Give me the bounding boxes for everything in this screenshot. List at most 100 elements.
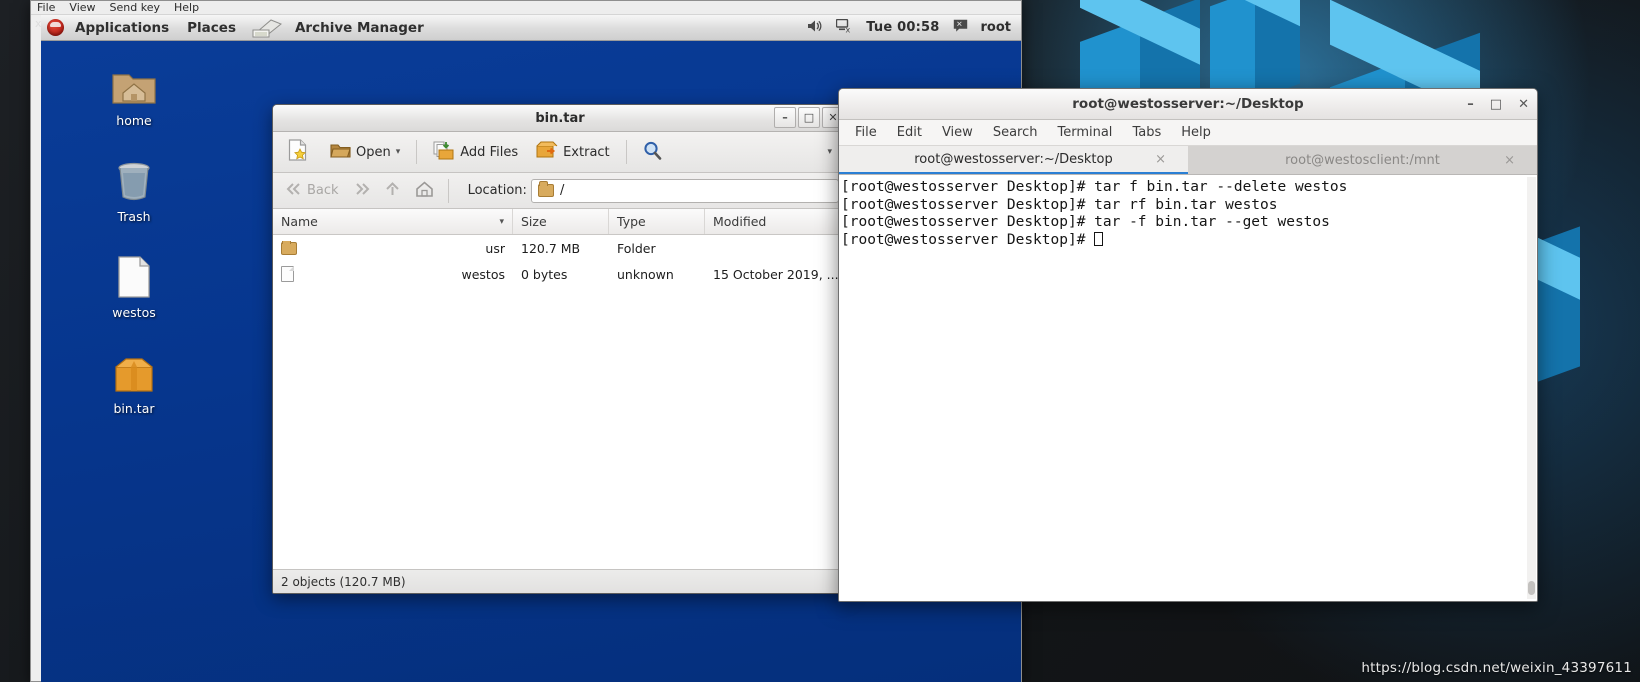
screen: File View Send key Help x Applications P…	[0, 0, 1640, 682]
folder-icon	[537, 181, 554, 197]
column-header-type[interactable]: Type	[609, 209, 705, 234]
terminal-menu-view[interactable]: View	[942, 125, 973, 140]
add-files-icon	[433, 140, 455, 164]
vm-menu-help[interactable]: Help	[174, 1, 199, 14]
volume-icon[interactable]	[807, 19, 823, 37]
maximize-button[interactable]: □	[1490, 97, 1502, 112]
svg-text:✕: ✕	[956, 19, 962, 28]
desktop-icon-label: Trash	[117, 209, 151, 224]
new-archive-icon	[288, 139, 307, 165]
desktop-icon-trash[interactable]: Trash	[91, 153, 177, 224]
add-files-button[interactable]: Add Files	[426, 136, 525, 168]
terminal-menu-help[interactable]: Help	[1181, 125, 1211, 140]
terminal-tab-client[interactable]: root@westosclient:/mnt ×	[1188, 146, 1537, 174]
archive-file-list: Name ▾ Size Type Modified usr 120.7 MB F…	[273, 209, 847, 569]
up-arrow-icon	[384, 181, 401, 201]
archive-icon	[91, 345, 177, 395]
terminal-tab-label: root@westosserver:~/Desktop	[914, 151, 1113, 167]
close-button[interactable]: ✕	[1518, 97, 1529, 112]
column-header-name[interactable]: Name ▾	[273, 209, 513, 234]
terminal-titlebar[interactable]: root@westosserver:~/Desktop – □ ✕	[839, 89, 1537, 120]
terminal-output[interactable]: [root@westosserver Desktop]# tar f bin.t…	[839, 175, 1537, 601]
terminal-line: [root@westosserver Desktop]# tar -f bin.…	[841, 214, 1330, 230]
cell-name: usr	[273, 240, 513, 256]
terminal-scrollbar[interactable]	[1527, 177, 1536, 599]
svg-text:x: x	[846, 25, 851, 32]
column-label: Name	[281, 214, 318, 229]
new-archive-button[interactable]	[281, 135, 319, 169]
desktop-icon-home[interactable]: home	[91, 57, 177, 128]
vm-menu-view[interactable]: View	[69, 1, 95, 14]
search-button[interactable]	[636, 137, 669, 168]
toolbar-separator	[625, 140, 627, 164]
close-icon[interactable]: ×	[1155, 152, 1166, 167]
user-name[interactable]: root	[981, 20, 1012, 35]
archive-manager-window-icon[interactable]	[251, 16, 285, 40]
desktop-icon-label: bin.tar	[113, 401, 155, 416]
panel-right-group: x Tue 00:58 ✕ root	[807, 18, 1021, 37]
gnome-top-panel: Applications Places Archive Manager x Tu…	[41, 15, 1021, 41]
vm-viewer-menubar[interactable]: File View Send key Help	[31, 1, 1021, 15]
cell-size: 120.7 MB	[521, 240, 581, 256]
column-header-size[interactable]: Size	[513, 209, 609, 234]
location-value: /	[559, 183, 565, 198]
network-disconnected-icon[interactable]: x	[836, 18, 853, 37]
close-icon[interactable]: ×	[1504, 153, 1515, 168]
column-header-modified[interactable]: Modified	[705, 209, 847, 234]
terminal-prompt: [root@westosserver Desktop]#	[841, 231, 1095, 248]
archive-location-bar: Back Location: /	[273, 173, 847, 209]
active-window-title[interactable]: Archive Manager	[286, 16, 433, 40]
user-status-icon[interactable]: ✕	[953, 19, 968, 37]
extract-button[interactable]: Extract	[529, 136, 617, 168]
vm-menu-file[interactable]: File	[37, 1, 55, 14]
archive-manager-titlebar[interactable]: bin.tar – □ ✕	[273, 105, 847, 132]
forward-button[interactable]	[348, 179, 375, 203]
add-files-label: Add Files	[460, 144, 519, 160]
home-folder-icon	[91, 57, 177, 107]
terminal-menu-file[interactable]: File	[855, 125, 877, 140]
menu-places[interactable]: Places	[178, 16, 245, 40]
terminal-window: root@westosserver:~/Desktop – □ ✕ File E…	[838, 88, 1538, 602]
home-icon	[415, 180, 434, 201]
terminal-menu-terminal[interactable]: Terminal	[1057, 125, 1112, 140]
open-button[interactable]: Open ▾	[323, 137, 407, 167]
redhat-logo-icon	[47, 19, 64, 36]
table-row[interactable]: usr 120.7 MB Folder	[273, 235, 847, 261]
home-button[interactable]	[410, 178, 439, 204]
location-input[interactable]: /	[530, 178, 839, 203]
chevron-down-icon[interactable]: ▾	[827, 147, 832, 157]
terminal-menu-tabs[interactable]: Tabs	[1132, 125, 1161, 140]
maximize-button[interactable]: □	[798, 107, 820, 128]
folder-icon	[281, 240, 297, 255]
locationbar-separator	[447, 178, 449, 203]
table-row[interactable]: westos 0 bytes unknown 15 October 2019, …	[273, 261, 847, 287]
clock[interactable]: Tue 00:58	[866, 20, 939, 35]
up-button[interactable]	[379, 178, 406, 204]
terminal-tab-strip: root@westosserver:~/Desktop × root@westo…	[839, 146, 1537, 175]
archive-status-bar: 2 objects (120.7 MB)	[273, 569, 847, 593]
archive-toolbar: Open ▾ Add Files Extract ▾	[273, 132, 847, 173]
chevron-down-icon[interactable]: ▾	[396, 147, 401, 157]
scrollbar-thumb[interactable]	[1528, 581, 1535, 595]
toolbar-menu-button[interactable]: ▾	[820, 143, 839, 161]
open-folder-icon	[330, 141, 351, 163]
desktop-icon-westos[interactable]: westos	[91, 249, 177, 320]
desktop-icon-label: home	[116, 113, 152, 128]
terminal-line: [root@westosserver Desktop]# tar rf bin.…	[841, 196, 1278, 213]
terminal-cursor	[1094, 231, 1104, 246]
vm-menu-sendkey[interactable]: Send key	[110, 1, 160, 14]
back-button[interactable]: Back	[281, 179, 344, 203]
minimize-button[interactable]: –	[1467, 97, 1474, 112]
menu-applications[interactable]: Applications	[66, 16, 178, 40]
terminal-tab-server[interactable]: root@westosserver:~/Desktop ×	[839, 146, 1188, 174]
terminal-menu-search[interactable]: Search	[993, 125, 1038, 140]
archive-window-buttons: – □ ✕	[774, 107, 844, 128]
desktop-icon-bin-tar[interactable]: bin.tar	[91, 345, 177, 416]
terminal-menu-edit[interactable]: Edit	[897, 125, 922, 140]
trash-icon	[91, 153, 177, 203]
watermark: https://blog.csdn.net/weixin_43397611	[1361, 660, 1632, 676]
terminal-prompt-line: [root@westosserver Desktop]#	[841, 231, 1537, 250]
sort-caret-icon[interactable]: ▾	[499, 217, 504, 227]
terminal-window-buttons: – □ ✕	[1467, 89, 1529, 120]
minimize-button[interactable]: –	[774, 107, 796, 128]
